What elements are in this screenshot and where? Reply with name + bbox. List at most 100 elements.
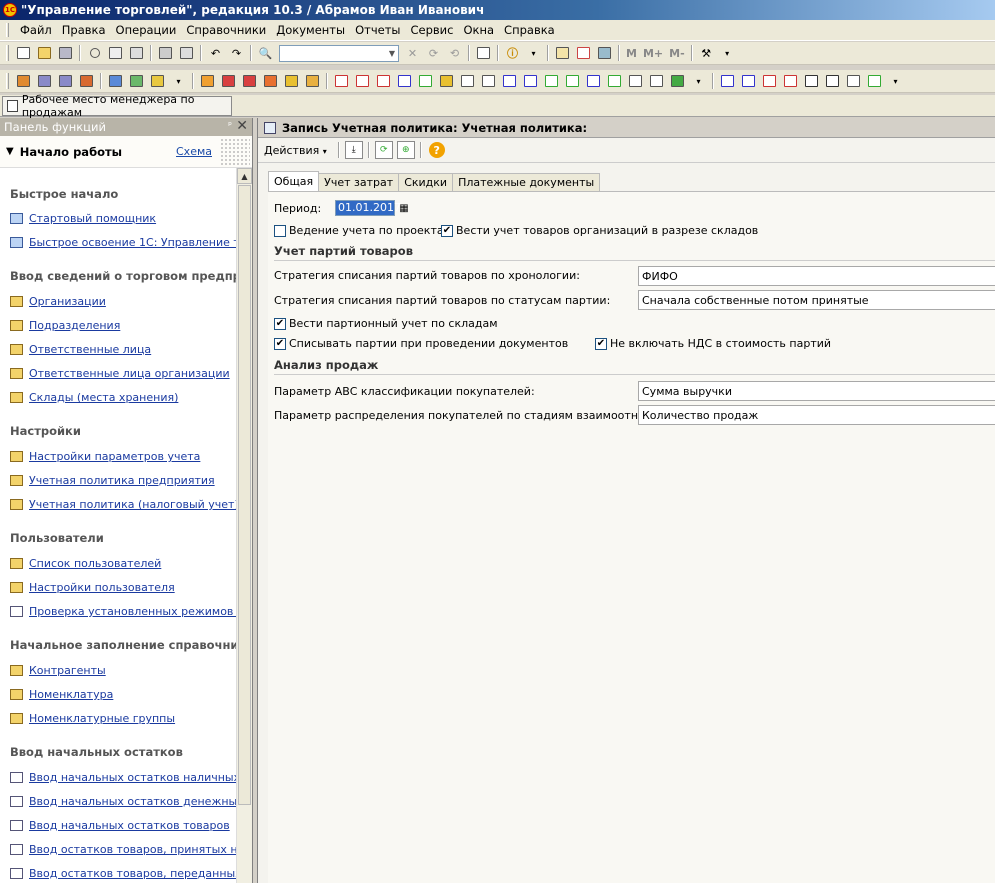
toolbar-grip[interactable] xyxy=(6,73,9,89)
printer-icon[interactable] xyxy=(78,73,95,90)
strategy-chrono-field[interactable]: ФИФО xyxy=(638,266,995,286)
write-off-checkbox[interactable]: ✔ Списывать партии при проведении докуме… xyxy=(274,337,568,350)
document-red-icon[interactable] xyxy=(354,73,371,90)
menu-catalogs[interactable]: Справочники xyxy=(181,23,271,37)
report-icon[interactable] xyxy=(761,73,778,90)
sales-icon[interactable] xyxy=(262,73,279,90)
people-icon[interactable] xyxy=(107,73,124,90)
report-icon[interactable] xyxy=(740,73,757,90)
goods-icon[interactable] xyxy=(283,73,300,90)
list-item[interactable]: Контрагенты xyxy=(10,664,106,677)
search-dropdown-icon[interactable]: ▼ xyxy=(386,49,398,58)
list-item[interactable]: Ввод остатков товаров, принятых на реали… xyxy=(10,843,236,856)
list-item[interactable]: Склады (места хранения) xyxy=(10,391,178,404)
document-green-icon[interactable] xyxy=(417,73,434,90)
document-green-icon[interactable] xyxy=(606,73,623,90)
batch-by-warehouse-checkbox[interactable]: ✔ Вести партионный учет по складам xyxy=(274,317,498,330)
list-item[interactable]: Ввод начальных остатков наличных денежны… xyxy=(10,771,236,784)
memory-plus-button[interactable]: M+ xyxy=(643,47,663,60)
list-item[interactable]: Ввод остатков товаров, переданных на реа… xyxy=(10,867,236,880)
list-item[interactable]: Настройки параметров учета xyxy=(10,450,200,463)
workplace-button[interactable]: Рабочее место менеджера по продажам xyxy=(2,93,232,119)
save-icon[interactable] xyxy=(57,45,74,62)
checkbox-box[interactable]: ✔ xyxy=(595,337,607,350)
list-item[interactable]: Подразделения xyxy=(10,319,120,332)
report-icon[interactable] xyxy=(719,73,736,90)
list-item[interactable]: Быстрое освоение 1С: Управление торговле… xyxy=(10,236,236,249)
list-item[interactable]: Проверка установленных режимов работы xyxy=(10,605,236,618)
list-item[interactable]: Ввод начальных остатков денежных средств xyxy=(10,795,236,808)
list-item[interactable]: Стартовый помощник xyxy=(10,212,156,225)
close-icon[interactable]: ✕ xyxy=(236,118,248,134)
document-blue-icon[interactable] xyxy=(501,73,518,90)
find-prev-icon[interactable]: ⟲ xyxy=(446,45,463,62)
no-vat-checkbox[interactable]: ✔ Не включать НДС в стоимость партий xyxy=(595,337,831,350)
chevron-down-icon[interactable]: ▾ xyxy=(170,73,187,90)
list-item[interactable]: Настройки пользователя xyxy=(10,581,175,594)
money-icon[interactable] xyxy=(304,73,321,90)
document-icon[interactable] xyxy=(627,73,644,90)
chevron-down-icon[interactable]: ▾ xyxy=(887,73,904,90)
info-icon[interactable]: ⓘ xyxy=(504,45,521,62)
print-icon[interactable] xyxy=(157,45,174,62)
list-item[interactable]: Список пользователей xyxy=(10,557,161,570)
document-red-icon[interactable] xyxy=(333,73,350,90)
order-icon[interactable] xyxy=(241,73,258,90)
projects-checkbox[interactable]: Ведение учета по проектам xyxy=(274,224,452,237)
scroll-up-icon[interactable]: ▲ xyxy=(237,168,252,184)
journal-icon[interactable] xyxy=(15,73,32,90)
new-document-icon[interactable] xyxy=(15,45,32,62)
scroll-thumb[interactable] xyxy=(238,185,251,805)
print-icon[interactable] xyxy=(57,73,74,90)
save-and-close-icon[interactable]: ⤓ xyxy=(344,141,363,159)
money-green-icon[interactable] xyxy=(669,73,686,90)
period-input[interactable]: 01.01.2017 xyxy=(335,200,401,216)
document-icon[interactable] xyxy=(648,73,665,90)
list-icon[interactable] xyxy=(845,73,862,90)
toolbar-grip[interactable] xyxy=(6,45,9,61)
table-icon[interactable] xyxy=(128,73,145,90)
add-document-icon[interactable] xyxy=(543,73,560,90)
chevron-down-icon[interactable]: ▾ xyxy=(719,45,736,62)
document-icon[interactable] xyxy=(480,73,497,90)
warehouses-checkbox[interactable]: ✔ Вести учет товаров организаций в разре… xyxy=(441,224,758,237)
sum-report-icon[interactable] xyxy=(803,73,820,90)
chart-icon[interactable] xyxy=(149,73,166,90)
clear-search-icon[interactable]: ✕ xyxy=(404,45,421,62)
memory-m-button[interactable]: M xyxy=(626,47,637,60)
buyer-icon[interactable] xyxy=(199,73,216,90)
order-icon[interactable] xyxy=(220,73,237,90)
list-item[interactable]: Номенклатурные группы xyxy=(10,712,175,725)
menu-edit[interactable]: Правка xyxy=(57,23,111,37)
tools-icon[interactable]: ⚒ xyxy=(698,45,715,62)
checkbox-box[interactable] xyxy=(274,224,286,237)
tab-general[interactable]: Общая xyxy=(268,171,320,191)
collapse-triangle-icon[interactable]: ▼ xyxy=(6,146,14,157)
search-icon[interactable]: 🔍 xyxy=(257,45,274,62)
checkbox-box[interactable]: ✔ xyxy=(441,224,453,237)
document-red-icon[interactable] xyxy=(375,73,392,90)
chevron-down-icon[interactable]: ▾ xyxy=(690,73,707,90)
calendar-icon[interactable]: ▦ xyxy=(397,200,411,216)
menu-operations[interactable]: Операции xyxy=(111,23,182,37)
write-icon[interactable]: ⊕ xyxy=(396,141,415,159)
calendar-icon[interactable] xyxy=(575,45,592,62)
undo-icon[interactable]: ↶ xyxy=(207,45,224,62)
print-icon[interactable] xyxy=(36,73,53,90)
document-blue-icon[interactable] xyxy=(396,73,413,90)
menu-windows[interactable]: Окна xyxy=(458,23,499,37)
function-panel-scrollbar[interactable]: ▲ xyxy=(236,168,252,883)
refresh-icon[interactable]: ⟳ xyxy=(374,141,393,159)
sum-report-icon[interactable] xyxy=(824,73,841,90)
list-item[interactable]: Учетная политика предприятия xyxy=(10,474,215,487)
document-green-icon[interactable] xyxy=(564,73,581,90)
open-folder-icon[interactable] xyxy=(36,45,53,62)
list-item[interactable]: Номенклатура xyxy=(10,688,113,701)
menu-file[interactable]: Файл xyxy=(15,23,57,37)
document-icon[interactable] xyxy=(459,73,476,90)
print-preview-icon[interactable] xyxy=(178,45,195,62)
find-next-icon[interactable]: ⟳ xyxy=(425,45,442,62)
list-item[interactable]: Учетная политика (налоговый учет) xyxy=(10,498,236,511)
tab-discounts[interactable]: Скидки xyxy=(398,173,454,191)
menu-reports[interactable]: Отчеты xyxy=(350,23,405,37)
